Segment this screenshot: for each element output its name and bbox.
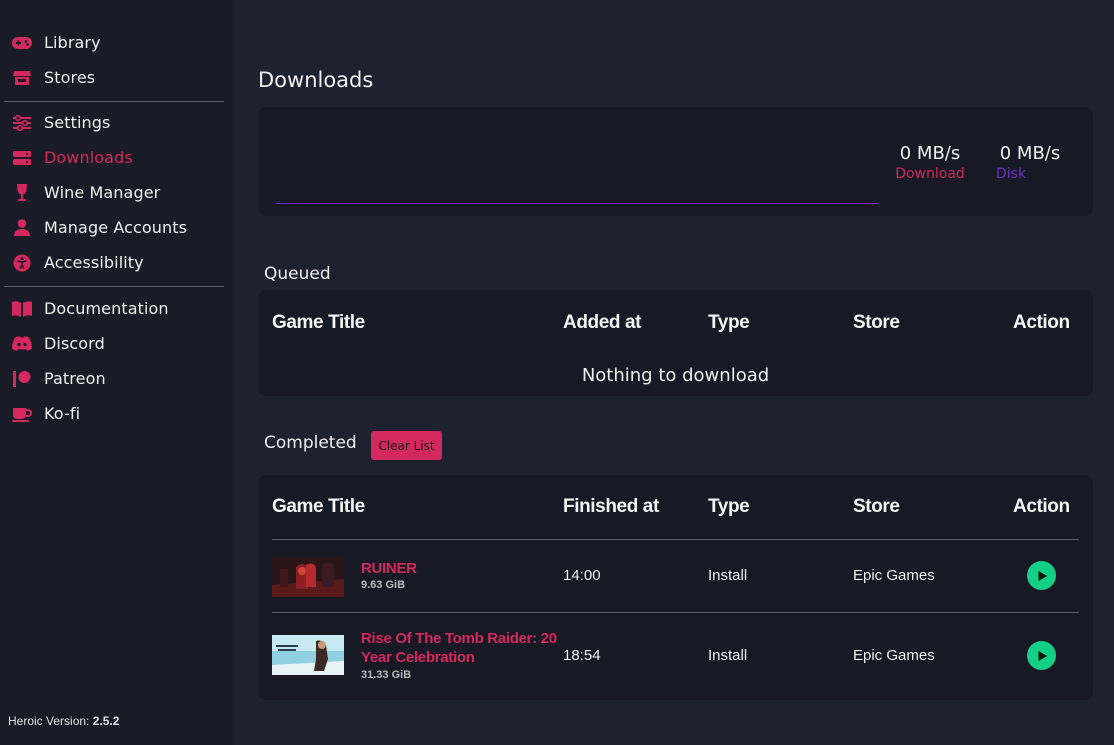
sidebar-item-settings[interactable]: Settings xyxy=(0,105,234,140)
store-icon xyxy=(12,68,32,88)
sidebar-item-discord[interactable]: Discord xyxy=(0,326,234,361)
play-icon xyxy=(1038,650,1047,661)
sidebar-item-manage-accounts[interactable]: Manage Accounts xyxy=(0,210,234,245)
sidebar-item-label: Documentation xyxy=(44,299,169,318)
version-label: Heroic Version: xyxy=(8,714,90,728)
column-header-type: Type xyxy=(708,312,750,333)
sidebar-divider xyxy=(4,286,224,287)
queue-empty-message: Nothing to download xyxy=(581,365,770,386)
queued-section-title: Queued xyxy=(264,264,331,284)
game-size: 31.33 GiB xyxy=(361,669,412,681)
patreon-icon xyxy=(12,369,32,389)
sidebar-group-links: Documentation Discord Patreon Ko-fi xyxy=(0,291,234,431)
column-header-store: Store xyxy=(853,312,900,333)
download-speed-value: 0 MB/s xyxy=(899,143,961,164)
wine-glass-icon xyxy=(12,183,32,203)
download-speed-graph xyxy=(276,203,878,204)
queued-table: Game Title Added at Type Store Action No… xyxy=(258,290,1093,396)
play-icon xyxy=(1038,570,1047,581)
sidebar-item-library[interactable]: Library xyxy=(0,25,234,60)
sidebar-item-stores[interactable]: Stores xyxy=(0,60,234,95)
game-title-link[interactable]: RUINER xyxy=(361,559,561,578)
sliders-icon xyxy=(12,113,32,133)
column-header-game-title: Game Title xyxy=(272,496,365,517)
sidebar-item-label: Settings xyxy=(44,113,111,132)
sidebar-item-label: Discord xyxy=(44,334,105,353)
sidebar: Library Stores Settings Downloads Wine M… xyxy=(0,0,234,745)
sidebar-item-label: Stores xyxy=(44,68,96,87)
disk-speed-value: 0 MB/s xyxy=(999,143,1061,164)
download-type: Install xyxy=(708,647,748,664)
store-name: Epic Games xyxy=(853,647,935,664)
sidebar-item-wine-manager[interactable]: Wine Manager xyxy=(0,175,234,210)
clear-list-button[interactable]: Clear List xyxy=(371,431,442,460)
user-icon xyxy=(12,218,32,238)
download-type: Install xyxy=(708,567,748,584)
sidebar-divider xyxy=(4,101,224,102)
row-divider xyxy=(272,612,1079,613)
disk-speed-stat: 0 MB/s Disk xyxy=(994,143,1066,182)
main-content: Downloads 0 MB/s Download 0 MB/s Disk Qu… xyxy=(234,0,1114,745)
game-size: 9.63 GiB xyxy=(361,579,406,591)
gamepad-icon xyxy=(12,33,32,53)
game-cover-image[interactable] xyxy=(272,635,344,675)
download-stats-card: 0 MB/s Download 0 MB/s Disk xyxy=(258,107,1093,216)
disk-speed-label: Disk xyxy=(996,166,1027,182)
finished-at: 14:00 xyxy=(563,567,601,584)
sidebar-item-accessibility[interactable]: Accessibility xyxy=(0,245,234,280)
sidebar-item-label: Patreon xyxy=(44,369,106,388)
sidebar-item-label: Ko-fi xyxy=(44,404,81,423)
sidebar-item-ko-fi[interactable]: Ko-fi xyxy=(0,396,234,431)
accessibility-icon xyxy=(12,253,32,273)
download-speed-stat: 0 MB/s Download xyxy=(894,143,966,182)
completed-section-title: Completed xyxy=(264,433,357,453)
column-header-game-title: Game Title xyxy=(272,312,365,333)
column-header-finished-at: Finished at xyxy=(563,496,659,517)
column-header-added-at: Added at xyxy=(563,312,642,333)
version-value: 2.5.2 xyxy=(92,714,120,728)
play-button[interactable] xyxy=(1027,561,1056,590)
download-speed-label: Download xyxy=(895,166,965,182)
discord-icon xyxy=(12,334,32,354)
finished-at: 18:54 xyxy=(563,647,601,664)
sidebar-item-label: Accessibility xyxy=(44,253,144,272)
completed-table: Game Title Finished at Type Store Action xyxy=(258,475,1093,700)
game-title-link[interactable]: Rise Of The Tomb Raider: 20 Year Celebra… xyxy=(361,629,561,667)
column-header-action: Action xyxy=(1013,312,1070,333)
sidebar-item-label: Downloads xyxy=(44,148,133,167)
column-header-type: Type xyxy=(708,496,750,517)
sidebar-item-label: Manage Accounts xyxy=(44,218,188,237)
sidebar-item-patreon[interactable]: Patreon xyxy=(0,361,234,396)
sidebar-item-documentation[interactable]: Documentation xyxy=(0,291,234,326)
game-cover-image[interactable] xyxy=(272,557,344,597)
sidebar-group-main: Library Stores xyxy=(0,25,234,95)
sidebar-item-downloads[interactable]: Downloads xyxy=(0,140,234,175)
sidebar-item-label: Wine Manager xyxy=(44,183,161,202)
sidebar-item-label: Library xyxy=(44,33,101,52)
book-icon xyxy=(12,299,32,319)
store-name: Epic Games xyxy=(853,567,935,584)
play-button[interactable] xyxy=(1027,641,1056,670)
column-header-action: Action xyxy=(1013,496,1070,517)
hard-drive-icon xyxy=(12,148,32,168)
column-header-store: Store xyxy=(853,496,900,517)
coffee-cup-icon xyxy=(12,404,32,424)
sidebar-group-app: Settings Downloads Wine Manager Manage A… xyxy=(0,105,234,280)
app-version: Heroic Version: 2.5.2 xyxy=(8,714,119,728)
row-divider xyxy=(272,539,1079,540)
page-title: Downloads xyxy=(258,68,374,92)
